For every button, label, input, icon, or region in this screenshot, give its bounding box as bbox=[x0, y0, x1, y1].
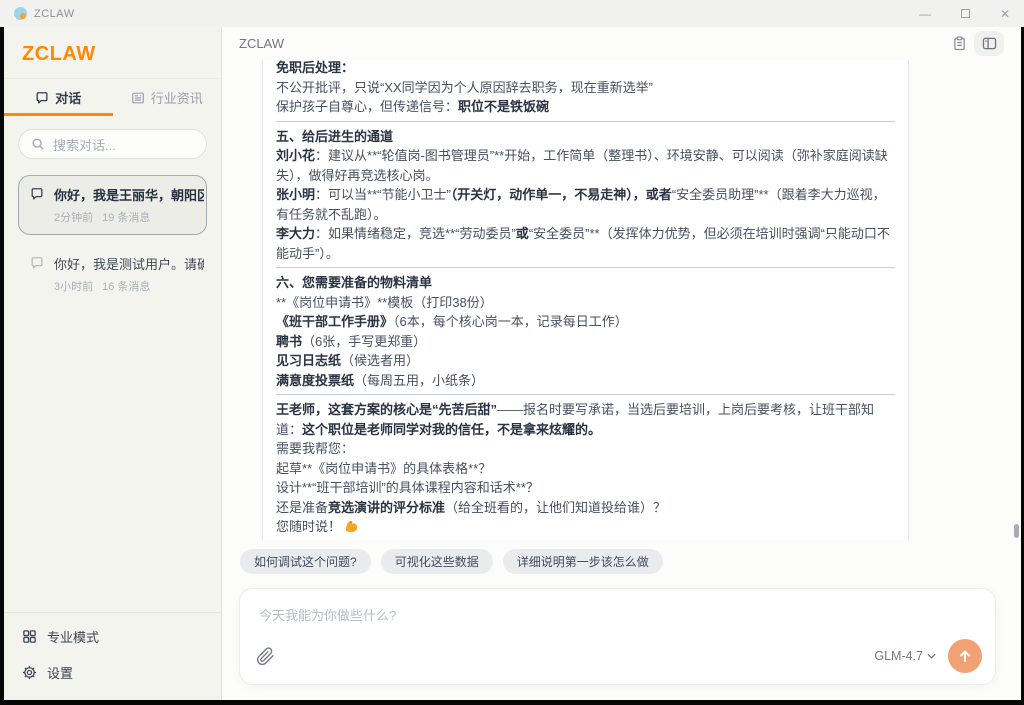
send-button[interactable] bbox=[948, 639, 982, 673]
minimize-button[interactable]: — bbox=[919, 8, 931, 20]
conversation-list: 你好，我是王丽华，朝阳区... 2分钟前 19 条消息你好，我是测试用户。请确...… bbox=[18, 175, 207, 304]
message-line: 保护孩子自尊心，但传递信号：职位不是铁饭碗 bbox=[276, 97, 895, 117]
message-divider bbox=[276, 121, 895, 122]
conversation-count: 16 条消息 bbox=[102, 278, 150, 294]
search-placeholder: 搜索对话... bbox=[53, 135, 116, 154]
message-line: 见习日志纸（候选者用） bbox=[276, 351, 895, 371]
sidebar-item-label: 专业模式 bbox=[47, 627, 99, 646]
chat-scroll-area[interactable]: 做法：不当众免职，先降为“见习岗”（保留体面），两周表现好（零投诉） = 可申请… bbox=[222, 60, 1021, 540]
arrow-up-icon bbox=[958, 649, 972, 663]
page-title: ZCLAW bbox=[239, 36, 284, 51]
sidebar-tabs: 对话 行业资讯 bbox=[4, 79, 221, 116]
conversation-item[interactable]: 你好，我是王丽华，朝阳区... 2分钟前 19 条消息 bbox=[18, 175, 207, 235]
scrollbar-thumb[interactable] bbox=[1014, 524, 1019, 538]
conversation-time: 3小时前 bbox=[54, 278, 93, 294]
main-panel: ZCLAW 做法：不当众免职，先降为“见习岗”（保留体面），两周表现好（零投诉）… bbox=[222, 27, 1021, 700]
message-line: 张小明：可以当**“节能小卫士”（开关灯，动作单一，不易走神），或者“安全委员助… bbox=[276, 185, 895, 224]
tab-label: 行业资讯 bbox=[151, 88, 203, 107]
conversation-time: 2分钟前 bbox=[54, 209, 93, 225]
sidebar-logo: ZCLAW bbox=[4, 27, 221, 79]
suggestion-chip[interactable]: 详细说明第一步该怎么做 bbox=[503, 549, 663, 574]
message-divider bbox=[276, 267, 895, 268]
chat-bubble-icon bbox=[35, 91, 49, 105]
model-selector[interactable]: GLM-4.7 bbox=[874, 649, 936, 663]
conversation-meta: 2分钟前 19 条消息 bbox=[54, 209, 204, 225]
grid-icon bbox=[22, 629, 37, 644]
maximize-button[interactable] bbox=[961, 8, 970, 20]
search-input[interactable]: 搜索对话... bbox=[18, 129, 207, 159]
tab-label: 对话 bbox=[55, 88, 81, 107]
conversation-title: 你好，我是王丽华，朝阳区... bbox=[54, 185, 204, 204]
message-line: 李大力：如果情绪稳定，竞选**“劳动委员”或“安全委员”**（发挥体力优势，但必… bbox=[276, 224, 895, 263]
suggestion-chip[interactable]: 如何调试这个问题? bbox=[240, 549, 371, 574]
suggestion-chips: 如何调试这个问题? 可视化这些数据详细说明第一步该怎么做 bbox=[240, 549, 663, 574]
sidebar-item-label: 设置 bbox=[47, 663, 73, 682]
search-icon bbox=[31, 137, 45, 151]
message-divider bbox=[276, 394, 895, 395]
main-header: ZCLAW bbox=[222, 27, 1021, 60]
message-line: 您随时说！ bbox=[276, 517, 895, 537]
news-icon bbox=[131, 91, 145, 105]
message-line: 聘书（6张，手写更郑重） bbox=[276, 332, 895, 352]
message-line: 刘小花：建议从**“轮值岗-图书管理员”**开始，工作简单（整理书）、环境安静、… bbox=[276, 146, 895, 185]
sidebar-item-settings[interactable]: 设置 bbox=[22, 663, 203, 682]
chat-bubble-icon bbox=[30, 187, 44, 225]
tab-industry-news[interactable]: 行业资讯 bbox=[113, 79, 222, 116]
message-line: 不公开批评，只说“XX同学因为个人原因辞去职务，现在重新选举” bbox=[276, 78, 895, 98]
message-input[interactable]: 今天我能为你做些什么? GLM-4.7 bbox=[239, 588, 996, 685]
tab-conversations[interactable]: 对话 bbox=[4, 79, 113, 116]
conversation-meta: 3小时前 16 条消息 bbox=[54, 278, 204, 294]
message-line: 《班干部工作手册》（6本，每个核心岗一本，记录每日工作） bbox=[276, 312, 895, 332]
message-line: 需要我帮您： bbox=[276, 439, 895, 459]
suggestion-chip[interactable]: 可视化这些数据 bbox=[381, 549, 493, 574]
conversation-title: 你好，我是测试用户。请确... bbox=[54, 254, 204, 273]
attachment-icon[interactable] bbox=[256, 647, 275, 666]
message-line: 五、给后进生的通道 bbox=[276, 127, 895, 147]
message-line: **《岗位申请书》**模板（打印38份） bbox=[276, 293, 895, 313]
app-logo-icon bbox=[14, 7, 27, 20]
titlebar-app-name: ZCLAW bbox=[34, 8, 75, 20]
input-placeholder: 今天我能为你做些什么? bbox=[259, 605, 396, 624]
model-label: GLM-4.7 bbox=[874, 649, 923, 663]
message-line: 六、您需要准备的物料清单 bbox=[276, 273, 895, 293]
message-line: 免职后处理： bbox=[276, 60, 895, 78]
muscle-emoji-icon bbox=[341, 519, 359, 534]
close-button[interactable]: ✕ bbox=[1000, 8, 1010, 20]
chat-bubble-icon bbox=[30, 256, 44, 294]
message-line: 起草**《岗位申请书》的具体表格**？ bbox=[276, 459, 895, 479]
message-line: 满意度投票纸（每周五用，小纸条） bbox=[276, 371, 895, 391]
sidebar: ZCLAW 对话 行业资讯 搜索对话... 你好，我是王丽华，朝阳区... 2分钟前… bbox=[4, 27, 222, 700]
message-line: 还是准备竞选演讲的评分标准（给全班看的，让他们知道投给谁）？ bbox=[276, 498, 895, 518]
gear-icon bbox=[22, 665, 37, 680]
sidebar-item-pro-mode[interactable]: 专业模式 bbox=[22, 627, 203, 646]
maximize-icon bbox=[961, 9, 970, 18]
message-line: 王老师，这套方案的核心是“先苦后甜”——报名时要写承诺，当选后要培训，上岗后要考… bbox=[276, 400, 895, 439]
clipboard-icon[interactable] bbox=[953, 36, 966, 51]
conversation-count: 19 条消息 bbox=[102, 209, 150, 225]
side-panel-icon bbox=[982, 37, 997, 50]
message-line: 设计**“班干部培训”的具体课程内容和话术**？ bbox=[276, 478, 895, 498]
toggle-panel-button[interactable] bbox=[974, 31, 1004, 56]
chevron-down-icon bbox=[927, 653, 936, 659]
app-window: ZCLAW 对话 行业资讯 搜索对话... 你好，我是王丽华，朝阳区... 2分钟前… bbox=[4, 27, 1021, 700]
sidebar-footer: 专业模式设置 bbox=[4, 612, 221, 700]
titlebar: ZCLAW — ✕ bbox=[0, 0, 1024, 27]
conversation-item[interactable]: 你好，我是测试用户。请确... 3小时前 16 条消息 bbox=[18, 244, 207, 304]
assistant-message: 做法：不当众免职，先降为“见习岗”（保留体面），两周表现好（零投诉） = 可申请… bbox=[262, 60, 909, 540]
